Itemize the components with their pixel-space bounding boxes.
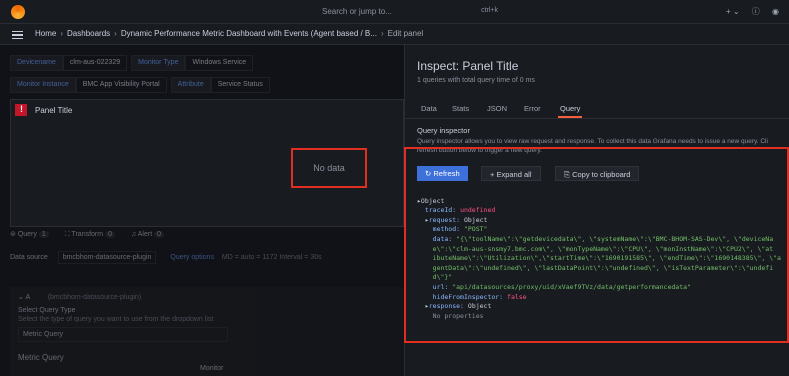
query-options-button[interactable]: Query options <box>170 254 214 261</box>
query-editor: ⌄ A (bmcbhom-datasource-plugin) Select Q… <box>10 287 404 376</box>
grafana-logo-icon[interactable] <box>11 5 25 19</box>
help-icon[interactable]: ⓘ <box>752 7 760 16</box>
rss-icon[interactable]: ◉ <box>772 7 779 16</box>
panel-preview[interactable]: Panel Title No data <box>10 99 404 227</box>
variable-select[interactable]: BMC App Visibility Portal <box>75 77 167 93</box>
variable-row-1: Devicename clm-aus-022329 Monitor Type Wind… <box>10 55 257 71</box>
tab-error[interactable]: Error <box>524 104 541 113</box>
variable-label: Attribute <box>170 77 211 93</box>
breadcrumb-edit-panel: Edit panel <box>387 29 424 38</box>
top-right-icons: + ⌄ ⓘ ◉ <box>726 6 779 17</box>
plus-icon[interactable]: + ⌄ <box>726 7 740 16</box>
warning-icon[interactable] <box>15 104 27 116</box>
search-icon-label: Search or jump to... <box>322 7 392 16</box>
menu-icon[interactable] <box>12 31 23 39</box>
variable-select[interactable]: Windows Service <box>185 55 254 71</box>
inspect-tabs: Data Stats JSON Error Query <box>405 101 789 119</box>
inspect-title: Inspect: Panel Title <box>417 59 519 73</box>
inspect-subtitle: 1 queries with total query time of 0 ms <box>417 77 535 84</box>
breadcrumb-bar: Home › Dashboards › Dynamic Performance Metr… <box>0 24 789 45</box>
variable-label: Monitor Instance <box>10 77 76 93</box>
keyboard-shortcut: ctrl+k <box>481 7 498 14</box>
variable-select[interactable]: Service Status <box>210 77 270 93</box>
top-nav-bar: Search or jump to... ctrl+k + ⌄ ⓘ ◉ <box>0 0 789 24</box>
datasource-label: Data source <box>10 254 48 261</box>
query-options-meta: MD = auto = 1172 Interval = 30s <box>221 254 322 261</box>
variable-label: Monitor Type <box>131 55 186 71</box>
datasource-row: Data source bmcbhom-datasource-plugin Qu… <box>10 251 404 270</box>
variable-select[interactable]: clm-aus-022329 <box>62 55 128 71</box>
editor-tabs: ⊜ Query 1 ⛶ Transform 0 ♫ Alert 0 <box>10 230 404 246</box>
tab-transform[interactable]: ⛶ Transform 0 <box>65 231 115 239</box>
tab-stats[interactable]: Stats <box>452 104 469 113</box>
query-inspector-label: Query inspector <box>417 126 470 135</box>
query-type-select[interactable]: Metric Query <box>18 327 228 342</box>
query-type-label: Select Query Type <box>18 307 76 314</box>
breadcrumb-home[interactable]: Home <box>35 29 56 38</box>
highlight-box <box>404 147 789 343</box>
breadcrumb-dashboard[interactable]: Dynamic Performance Metric Dashboard wit… <box>121 29 377 38</box>
tab-query[interactable]: ⊜ Query 1 <box>10 230 49 238</box>
tab-alert[interactable]: ♫ Alert 0 <box>131 231 165 238</box>
tab-data[interactable]: Data <box>421 104 437 113</box>
breadcrumb: Home › Dashboards › Dynamic Performance Metr… <box>35 29 424 38</box>
tab-query[interactable]: Query <box>557 104 583 118</box>
datasource-select[interactable]: bmcbhom-datasource-plugin <box>57 251 157 264</box>
tab-json[interactable]: JSON <box>487 104 507 113</box>
breadcrumb-dashboards[interactable]: Dashboards <box>67 29 110 38</box>
monitor-label: Monitor <box>200 365 224 372</box>
search-bar[interactable]: Search or jump to... ctrl+k <box>312 5 498 19</box>
query-type-desc: Select the type of query you want to use… <box>18 316 214 323</box>
query-ref-row[interactable]: ⌄ A (bmcbhom-datasource-plugin) <box>18 293 141 301</box>
metric-query-label: Metric Query <box>18 353 64 362</box>
no-data-message: No data <box>291 148 367 188</box>
variable-label: Devicename <box>10 55 63 71</box>
panel-title: Panel Title <box>35 106 73 115</box>
variable-row-2: Monitor Instance BMC App Visibility Porta… <box>10 77 274 93</box>
